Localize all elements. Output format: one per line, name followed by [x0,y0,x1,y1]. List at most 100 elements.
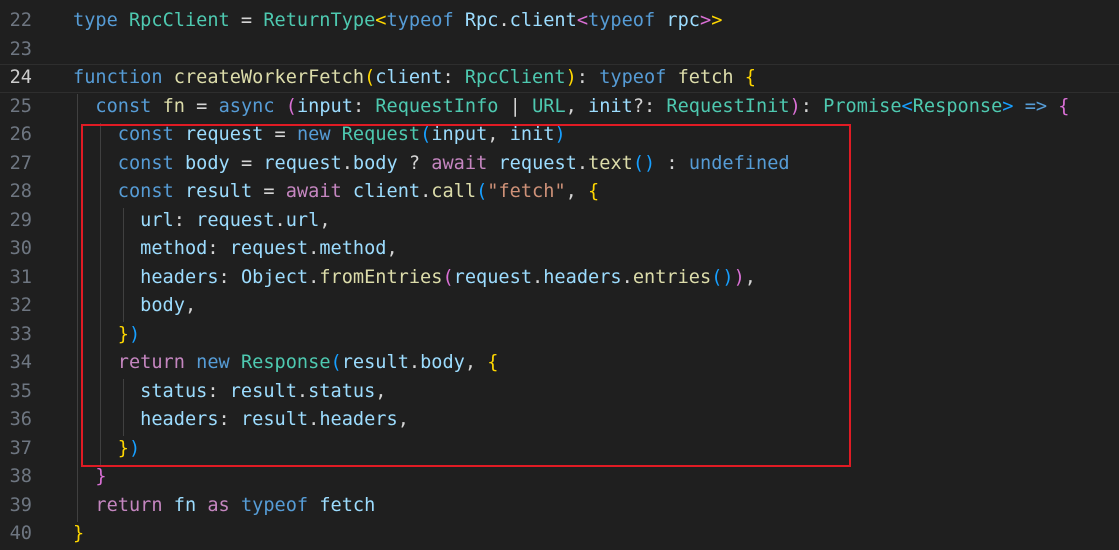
code-token: client [352,181,421,202]
code-line[interactable]: 28 const result = await client.call("fet… [0,178,1119,207]
code-line[interactable]: 23 [0,36,1119,65]
line-number: 38 [9,466,32,487]
code-token: Promise [823,95,902,117]
code-line[interactable]: 38 } [0,463,1119,492]
code-token: ) [554,124,566,145]
code-text: }) [73,435,140,464]
code-token: request [229,238,309,259]
code-token: const [117,181,174,202]
code-token: : [442,67,465,88]
code-token: Request [341,124,421,145]
code-token: fetch [319,494,376,516]
code-line[interactable]: 29 url: request.url, [0,207,1119,236]
code-token: result [229,380,297,402]
line-number: 22 [9,10,32,31]
line-number: 26 [9,124,32,145]
code-token: method [319,238,387,259]
code-token: : [207,380,230,402]
code-token: const [117,152,174,174]
code-token: ( [476,181,488,202]
code-line[interactable]: 24 function createWorkerFetch(client: Rpc… [0,64,1119,93]
line-number: 39 [9,494,32,516]
line-number: 37 [9,437,32,459]
line-number: 36 [9,409,32,430]
code-token: . [420,181,432,202]
code-line[interactable]: 40} [0,520,1119,549]
code-token: headers [319,409,398,430]
code-text: const request = new Request(input, init) [73,121,566,150]
code-line[interactable]: 32 body, [0,292,1119,321]
line-number: 33 [9,323,32,345]
code-token: = [229,10,264,31]
code-token: ( [364,67,376,88]
line-number: 31 [9,266,32,288]
code-token: { [744,67,756,88]
line-number: 29 [9,209,32,231]
code-token: ( [420,124,432,145]
code-token: , [184,295,197,316]
code-token: result [240,409,309,430]
code-token: : [800,95,824,117]
code-token: = [252,181,286,202]
code-token: const [117,124,174,145]
code-line[interactable]: 39 return fn as typeof fetch [0,492,1119,521]
code-token: , [565,181,589,202]
code-token: method [140,238,208,259]
code-token: ReturnType [263,10,376,31]
code-token: body [352,152,398,174]
code-line[interactable]: 31 headers: Object.fromEntries(request.h… [0,264,1119,293]
code-line[interactable]: 22 type RpcClient = ReturnType<typeof Rpc… [0,7,1119,36]
code-token: < [576,10,589,31]
code-token: request [498,152,577,174]
code-token: . [296,380,309,402]
code-line[interactable]: 34 return new Response(result.body, { [0,349,1119,378]
code-token: } [95,466,107,487]
line-number: 35 [9,380,32,402]
code-line[interactable]: 37 }) [0,435,1119,464]
code-token: , [565,95,589,117]
code-token: function [73,67,163,88]
code-token: await [285,181,342,202]
code-token: "fetch" [487,181,566,202]
code-token: new [196,352,230,373]
code-line[interactable]: 26 const request = new Request(input, in… [0,121,1119,150]
line-number: 23 [9,38,32,60]
code-line[interactable]: 27 const body = request.body ? await req… [0,150,1119,179]
code-token: headers [140,266,219,288]
code-token: undefined [688,152,790,174]
code-token: , [397,409,409,430]
code-editor[interactable]: 22 type RpcClient = ReturnType<typeof Rpc… [0,0,1119,550]
code-line[interactable]: 25 const fn = async (input: RequestInfo … [0,93,1119,122]
code-token: Response [240,352,331,373]
code-line[interactable]: 35 status: result.status, [0,378,1119,407]
code-line[interactable]: 36 headers: result.headers, [0,406,1119,435]
code-line[interactable]: 33 }) [0,321,1119,350]
code-token: => [1024,95,1048,117]
code-token: , [487,124,510,145]
code-text: return new Response(result.body, { [73,349,499,378]
code-token: client [509,10,577,31]
code-token: , [386,238,398,259]
code-token: ( [330,352,342,373]
code-line[interactable]: 30 method: request.method, [0,235,1119,264]
code-text: const body = request.body ? await reques… [73,150,790,179]
code-token: : [218,409,241,430]
code-token: type [73,10,118,31]
code-token: url [140,209,174,231]
code-token: Rpc [464,10,499,31]
